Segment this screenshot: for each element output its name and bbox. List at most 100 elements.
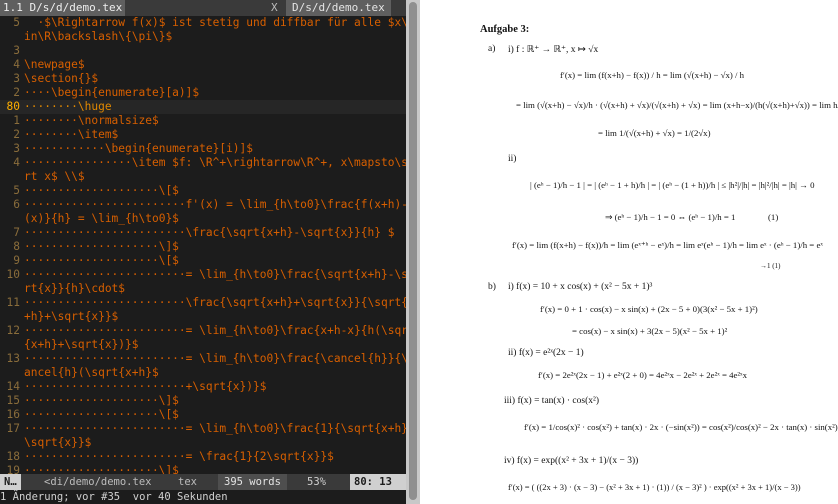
word-count: 395 words — [218, 474, 287, 490]
scrollbar-thumb[interactable] — [409, 2, 417, 500]
line-number: 2 — [13, 128, 20, 141]
line-number: 10 — [6, 268, 20, 281]
line-code[interactable]: \newpage$ — [24, 58, 85, 72]
line-number: 80 — [6, 100, 20, 113]
line-code[interactable]: ····················\]$ — [24, 394, 179, 408]
code-line[interactable]: 2 ········\item$ — [0, 128, 406, 142]
line-code[interactable]: ················\item $f: \R^+\rightarro… — [24, 156, 406, 170]
code-line[interactable]: 13 ························= \lim_{h\to0}… — [0, 352, 406, 366]
filetype: tex — [178, 476, 197, 488]
line-code[interactable]: ·$\Rightarrow f(x)$ ist stetig und diffb… — [24, 16, 406, 30]
line-code[interactable]: \sqrt{x}}$ — [24, 436, 91, 450]
code-line[interactable]: 4 ················\item $f: \R^+\rightarr… — [0, 156, 406, 170]
eq-a-ii-2: ⇒ (eʰ − 1)/h − 1 = 0 ⇔ (eʰ − 1)/h = 1 — [605, 212, 736, 222]
code-line[interactable]: 8 ····················\]$ — [0, 240, 406, 254]
tab-left[interactable]: 1.1 D/s/d/demo.tex — [0, 0, 126, 16]
line-code[interactable]: {x+h}+\sqrt{x})}$ — [24, 338, 139, 352]
code-line[interactable]: ancel{h}(\sqrt{x+h}$ — [0, 366, 406, 380]
line-code[interactable]: ························f'(x) = \lim_{h\… — [24, 198, 406, 212]
line-number: 5 — [13, 184, 20, 197]
code-line[interactable]: 12 ························= \lim_{h\to0}… — [0, 324, 406, 338]
line-code[interactable]: ····················\[$ — [24, 408, 179, 422]
line-number: 15 — [6, 394, 20, 407]
code-line[interactable]: 4 \newpage$ — [0, 58, 406, 72]
line-code[interactable]: ························\frac{\sqrt{x+h}… — [24, 296, 406, 310]
line-code[interactable]: ········\normalsize$ — [24, 114, 159, 128]
cursor-position: 80: 13 — [350, 474, 406, 490]
mode-indicator: N… — [0, 474, 21, 490]
line-code[interactable]: ························= \lim_{h\to0}\f… — [24, 324, 406, 338]
line-code[interactable]: rt x$ \\$ — [24, 170, 85, 184]
code-line[interactable]: 1 ········\normalsize$ — [0, 114, 406, 128]
code-line[interactable]: 5 ·$\Rightarrow f(x)$ ist stetig und dif… — [0, 16, 406, 30]
line-code[interactable]: ························+\sqrt{x})}$ — [24, 380, 266, 394]
part-b-i: i) f(x) = 10 + x cos(x) + (x² − 5x + 1)³ — [508, 282, 653, 292]
code-line[interactable]: 15 ····················\]$ — [0, 394, 406, 408]
code-line[interactable]: 9 ····················\[$ — [0, 254, 406, 268]
code-line[interactable]: rt x$ \\$ — [0, 170, 406, 184]
line-number: 17 — [6, 422, 20, 435]
underbrace-note: →1 (1) — [760, 262, 781, 270]
line-code[interactable]: ····················\]$ — [24, 240, 179, 254]
line-code[interactable]: \section{}$ — [24, 72, 98, 86]
pdf-preview[interactable]: Aufgabe 3: a) i) f : ℝ⁺ → ℝ⁺, x ↦ √x f′(… — [420, 0, 838, 504]
code-line[interactable]: 80 ········\huge — [0, 100, 406, 114]
code-line[interactable]: in\R\backslash\{\pi\}$ — [0, 30, 406, 44]
code-line[interactable]: 3 — [0, 44, 406, 58]
code-line[interactable]: 3 ············\begin{enumerate}[i)]$ — [0, 142, 406, 156]
part-b-iii: iii) f(x) = tan(x) · cos(x²) — [504, 396, 599, 406]
code-line[interactable]: 10 ························= \lim_{h\to0}… — [0, 268, 406, 282]
code-line[interactable]: \sqrt{x}}$ — [0, 436, 406, 450]
line-code[interactable]: ····················\[$ — [24, 184, 179, 198]
line-code[interactable]: +h}+\sqrt{x}}$ — [24, 310, 118, 324]
eq-a-3: = lim 1/(√(x+h) + √x) = 1/(2√x) — [598, 128, 711, 138]
part-b-iv: iv) f(x) = exp((x² + 3x + 1)/(x − 3)) — [504, 456, 639, 466]
line-code[interactable]: ························= \frac{1}{2\sqr… — [24, 450, 334, 464]
line-code[interactable]: ancel{h}(\sqrt{x+h}$ — [24, 366, 159, 380]
line-code[interactable]: ························= \lim_{h\to0}\f… — [24, 268, 406, 282]
line-number: 18 — [6, 450, 20, 463]
line-number: 16 — [6, 408, 20, 421]
code-line[interactable]: 17 ························= \lim_{h\to0}… — [0, 422, 406, 436]
pane-divider[interactable] — [406, 0, 420, 504]
tabline: 1.1 D/s/d/demo.tex X D/s/d/demo.tex — [0, 0, 406, 16]
line-code[interactable]: in\R\backslash\{\pi\}$ — [24, 30, 172, 44]
code-line[interactable]: 7 ························\frac{\sqrt{x+h… — [0, 226, 406, 240]
line-code[interactable]: (x)}{h} = \lim_{h\to0}$ — [24, 212, 179, 226]
line-number: 1 — [13, 114, 20, 127]
code-line[interactable]: 16 ····················\[$ — [0, 408, 406, 422]
part-b-label: b) — [488, 282, 496, 292]
eq-a-ii-3: f′(x) = lim (f(x+h) − f(x))/h = lim (eˣ⁺… — [512, 240, 823, 250]
line-code[interactable]: rt{x}}{h}\cdot$ — [24, 282, 125, 296]
code-line[interactable]: 5 ····················\[$ — [0, 184, 406, 198]
code-line[interactable]: 18 ························= \frac{1}{2\s… — [0, 450, 406, 464]
code-line[interactable]: 14 ························+\sqrt{x})}$ — [0, 380, 406, 394]
line-code[interactable]: ························= \lim_{h\to0}\f… — [24, 422, 406, 436]
code-line[interactable]: rt{x}}{h}\cdot$ — [0, 282, 406, 296]
code-line[interactable]: 3 \section{}$ — [0, 72, 406, 86]
close-tab-button[interactable]: X — [271, 0, 278, 16]
code-lines[interactable]: 5 ·$\Rightarrow f(x)$ ist stetig und dif… — [0, 16, 406, 477]
code-line[interactable]: (x)}{h} = \lim_{h\to0}$ — [0, 212, 406, 226]
line-code[interactable]: ························= \lim_{h\to0}\f… — [24, 352, 406, 366]
code-line[interactable]: 2 ····\begin{enumerate}[a)]$ — [0, 86, 406, 100]
line-code[interactable]: ············\begin{enumerate}[i)]$ — [24, 142, 253, 156]
code-line[interactable]: 11 ························\frac{\sqrt{x+… — [0, 296, 406, 310]
line-number: 14 — [6, 380, 20, 393]
line-code[interactable]: ························\frac{\sqrt{x+h}… — [24, 226, 394, 240]
code-line[interactable]: {x+h}+\sqrt{x})}$ — [0, 338, 406, 352]
line-code[interactable]: ········\item$ — [24, 128, 118, 142]
code-line[interactable]: +h}+\sqrt{x}}$ — [0, 310, 406, 324]
line-number: 11 — [6, 296, 20, 309]
vim-editor-pane[interactable]: 1.1 D/s/d/demo.tex X D/s/d/demo.tex 5 ·$… — [0, 0, 406, 504]
tab-right[interactable]: D/s/d/demo.tex — [286, 0, 391, 16]
line-code[interactable]: ········\huge — [24, 100, 112, 114]
line-number: 7 — [13, 226, 20, 239]
code-line[interactable]: 6 ························f'(x) = \lim_{h… — [0, 198, 406, 212]
line-code[interactable]: ····················\[$ — [24, 254, 179, 268]
line-code[interactable]: ····\begin{enumerate}[a)]$ — [24, 86, 199, 100]
part-a-ii: ii) — [508, 154, 517, 164]
line-number: 2 — [13, 86, 20, 99]
command-line[interactable]: 1 Änderung; vor #35 vor 40 Sekunden — [0, 490, 406, 504]
statusline: N… <di/demo/demo.tex tex 395 words 53% 8… — [0, 474, 406, 490]
